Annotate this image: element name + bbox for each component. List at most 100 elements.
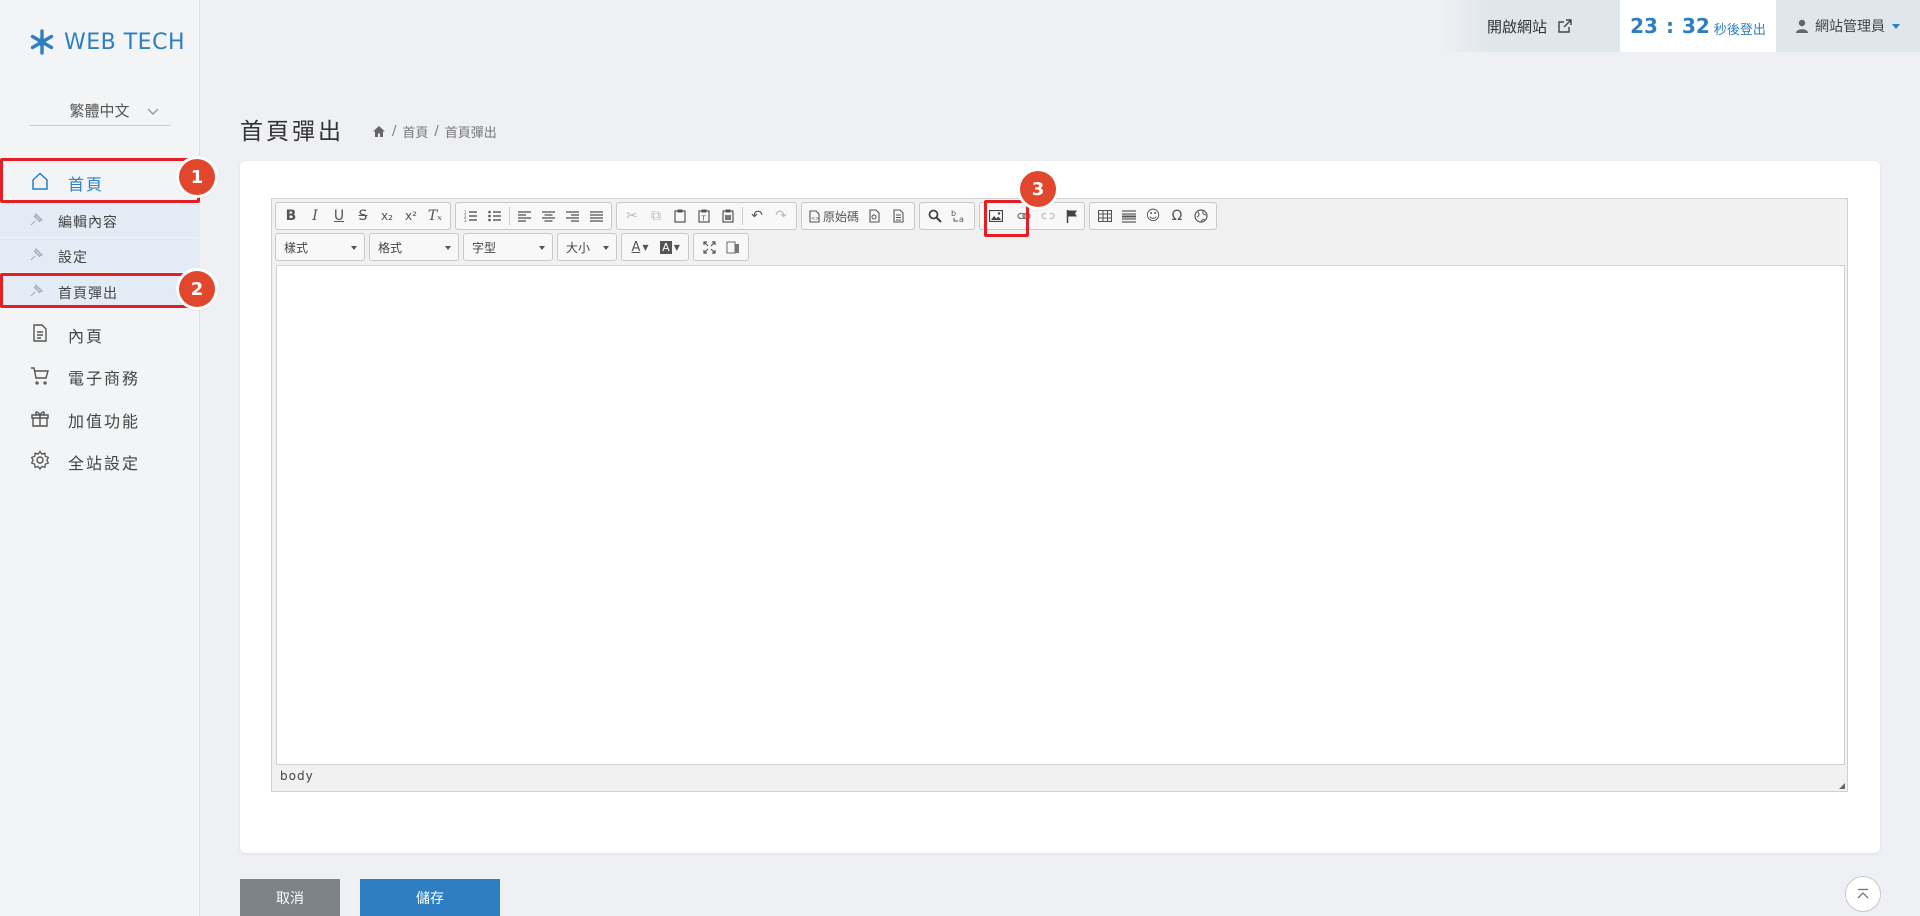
preview-icon[interactable] xyxy=(863,204,887,228)
align-left-icon[interactable] xyxy=(512,204,536,228)
brand-name: WEB TECH xyxy=(64,29,185,55)
svg-text:<>: <> xyxy=(811,216,819,222)
remove-format-button[interactable]: Tₓ xyxy=(423,204,447,228)
sidebar-item-inner-page[interactable]: 內頁 xyxy=(0,312,200,354)
replace-icon[interactable]: ba xyxy=(947,204,971,228)
step-badge-2: 2 xyxy=(179,271,215,307)
sidebar-item-label: 內頁 xyxy=(68,327,105,346)
toolbar-separator xyxy=(509,207,510,225)
maximize-icon[interactable] xyxy=(697,235,721,259)
open-site-link[interactable]: 開啟網站 xyxy=(1440,0,1620,52)
format-combo[interactable]: 格式 xyxy=(369,233,459,261)
timer-text: 秒後登出 xyxy=(1713,22,1766,38)
paste-icon[interactable] xyxy=(668,204,692,228)
sidebar-item-value-added[interactable]: 加值功能 xyxy=(0,397,200,439)
svg-text:T: T xyxy=(701,215,707,223)
sidebar-subitem-settings[interactable]: 設定 xyxy=(0,238,200,272)
dropdown-arrow-icon: ▼ xyxy=(673,242,680,252)
svg-text:a: a xyxy=(959,215,964,223)
user-menu[interactable]: 網站管理員 xyxy=(1776,0,1920,52)
sidebar-item-site-settings[interactable]: 全站設定 xyxy=(0,439,200,481)
paste-text-icon[interactable]: T xyxy=(692,204,716,228)
font-combo[interactable]: 字型 xyxy=(463,233,553,261)
language-select[interactable]: 繁體中文 xyxy=(29,96,170,126)
undo-icon[interactable]: ↶ xyxy=(745,204,769,228)
open-site-label: 開啟網站 xyxy=(1486,17,1547,36)
anchor-flag-icon[interactable] xyxy=(1060,204,1084,228)
step-badge-1: 1 xyxy=(179,159,215,195)
align-center-icon[interactable] xyxy=(536,204,560,228)
superscript-button[interactable]: x² xyxy=(399,204,423,228)
language-selected: 繁體中文 xyxy=(69,102,130,120)
editor-content-area[interactable] xyxy=(276,265,1845,765)
align-right-icon[interactable] xyxy=(560,204,584,228)
background-color-icon: A xyxy=(660,240,672,254)
smiley-icon[interactable]: ☺ xyxy=(1141,204,1165,228)
resize-handle-icon[interactable] xyxy=(1839,783,1845,789)
paste-word-icon[interactable] xyxy=(716,204,740,228)
sidebar-subitem-label: 設定 xyxy=(58,250,88,266)
toolbar-group-clipboard: ✂ ⧉ T ↶ ↷ xyxy=(616,202,797,230)
element-path[interactable]: body xyxy=(280,769,314,783)
logo[interactable]: WEB TECH xyxy=(28,28,185,56)
gift-icon xyxy=(31,411,49,427)
text-color-button[interactable]: A ▼ xyxy=(625,235,655,259)
svg-text:3: 3 xyxy=(464,218,467,222)
background-color-button[interactable]: A ▼ xyxy=(655,235,685,259)
size-combo[interactable]: 大小 xyxy=(557,233,617,261)
user-icon xyxy=(1796,19,1808,33)
show-blocks-icon[interactable] xyxy=(721,235,745,259)
unlink-icon[interactable] xyxy=(1036,204,1060,228)
breadcrumb-home[interactable]: 首頁 xyxy=(402,122,428,141)
sidebar-subitem-edit-content[interactable]: 編輯內容 xyxy=(0,203,200,237)
search-icon[interactable] xyxy=(923,204,947,228)
copy-icon[interactable]: ⧉ xyxy=(644,204,668,228)
bulleted-list-icon[interactable] xyxy=(483,204,507,228)
sidebar-item-ecommerce[interactable]: 電子商務 xyxy=(0,354,200,396)
cancel-button[interactable]: 取消 xyxy=(240,879,340,916)
templates-icon[interactable] xyxy=(887,204,911,228)
breadcrumb-separator: / xyxy=(434,124,439,139)
dropdown-arrow-icon xyxy=(603,246,609,250)
toolbar-group-basic: B I U S x₂ x² Tₓ xyxy=(275,202,451,230)
bold-button[interactable]: B xyxy=(279,204,303,228)
styles-combo-label: 樣式 xyxy=(284,240,309,255)
special-char-icon[interactable]: Ω xyxy=(1165,204,1189,228)
dropdown-arrow-icon xyxy=(539,246,545,250)
scroll-to-top-button[interactable] xyxy=(1845,876,1881,912)
strike-button[interactable]: S xyxy=(351,204,375,228)
format-combo-label: 格式 xyxy=(378,240,403,255)
document-icon xyxy=(33,324,47,342)
sidebar-subitem-label: 編輯內容 xyxy=(58,215,118,231)
timer-minutes: 23 xyxy=(1630,14,1658,38)
toolbar-row-1: B I U S x₂ x² Tₓ 123 ✂ ⧉ T ↶ ↷ <> 原始碼 b … xyxy=(275,202,1218,230)
redo-icon[interactable]: ↷ xyxy=(769,204,793,228)
dropdown-arrow-icon xyxy=(351,246,357,250)
sidebar-item-label: 電子商務 xyxy=(68,369,141,388)
snowflake-logo-icon xyxy=(30,29,54,55)
home-icon[interactable] xyxy=(372,125,386,138)
breadcrumb-current: 首頁彈出 xyxy=(444,126,497,141)
toolbar-group-tools xyxy=(693,233,749,261)
cut-icon[interactable]: ✂ xyxy=(620,204,644,228)
save-button[interactable]: 儲存 xyxy=(360,879,500,916)
underline-button[interactable]: U xyxy=(327,204,351,228)
styles-combo[interactable]: 樣式 xyxy=(275,233,365,261)
dropdown-arrow-icon xyxy=(445,246,451,250)
horizontal-rule-icon[interactable] xyxy=(1117,204,1141,228)
chevron-up-icon xyxy=(1857,888,1869,899)
rich-text-editor: B I U S x₂ x² Tₓ 123 ✂ ⧉ T ↶ ↷ <> 原始碼 b … xyxy=(271,198,1848,792)
sidebar-item-label: 加值功能 xyxy=(68,412,141,431)
italic-button[interactable]: I xyxy=(303,204,327,228)
subscript-button[interactable]: x₂ xyxy=(375,204,399,228)
table-icon[interactable] xyxy=(1093,204,1117,228)
iframe-globe-icon[interactable] xyxy=(1189,204,1213,228)
numbered-list-icon[interactable]: 123 xyxy=(459,204,483,228)
highlight-box-image-button xyxy=(984,200,1029,237)
source-button[interactable]: <> 原始碼 xyxy=(805,204,863,228)
size-combo-label: 大小 xyxy=(566,240,591,255)
dropdown-arrow-icon: ▼ xyxy=(642,242,649,252)
align-justify-icon[interactable] xyxy=(584,204,608,228)
highlight-box-home-popup xyxy=(0,273,200,308)
sidebar-item-label: 全站設定 xyxy=(68,454,141,473)
